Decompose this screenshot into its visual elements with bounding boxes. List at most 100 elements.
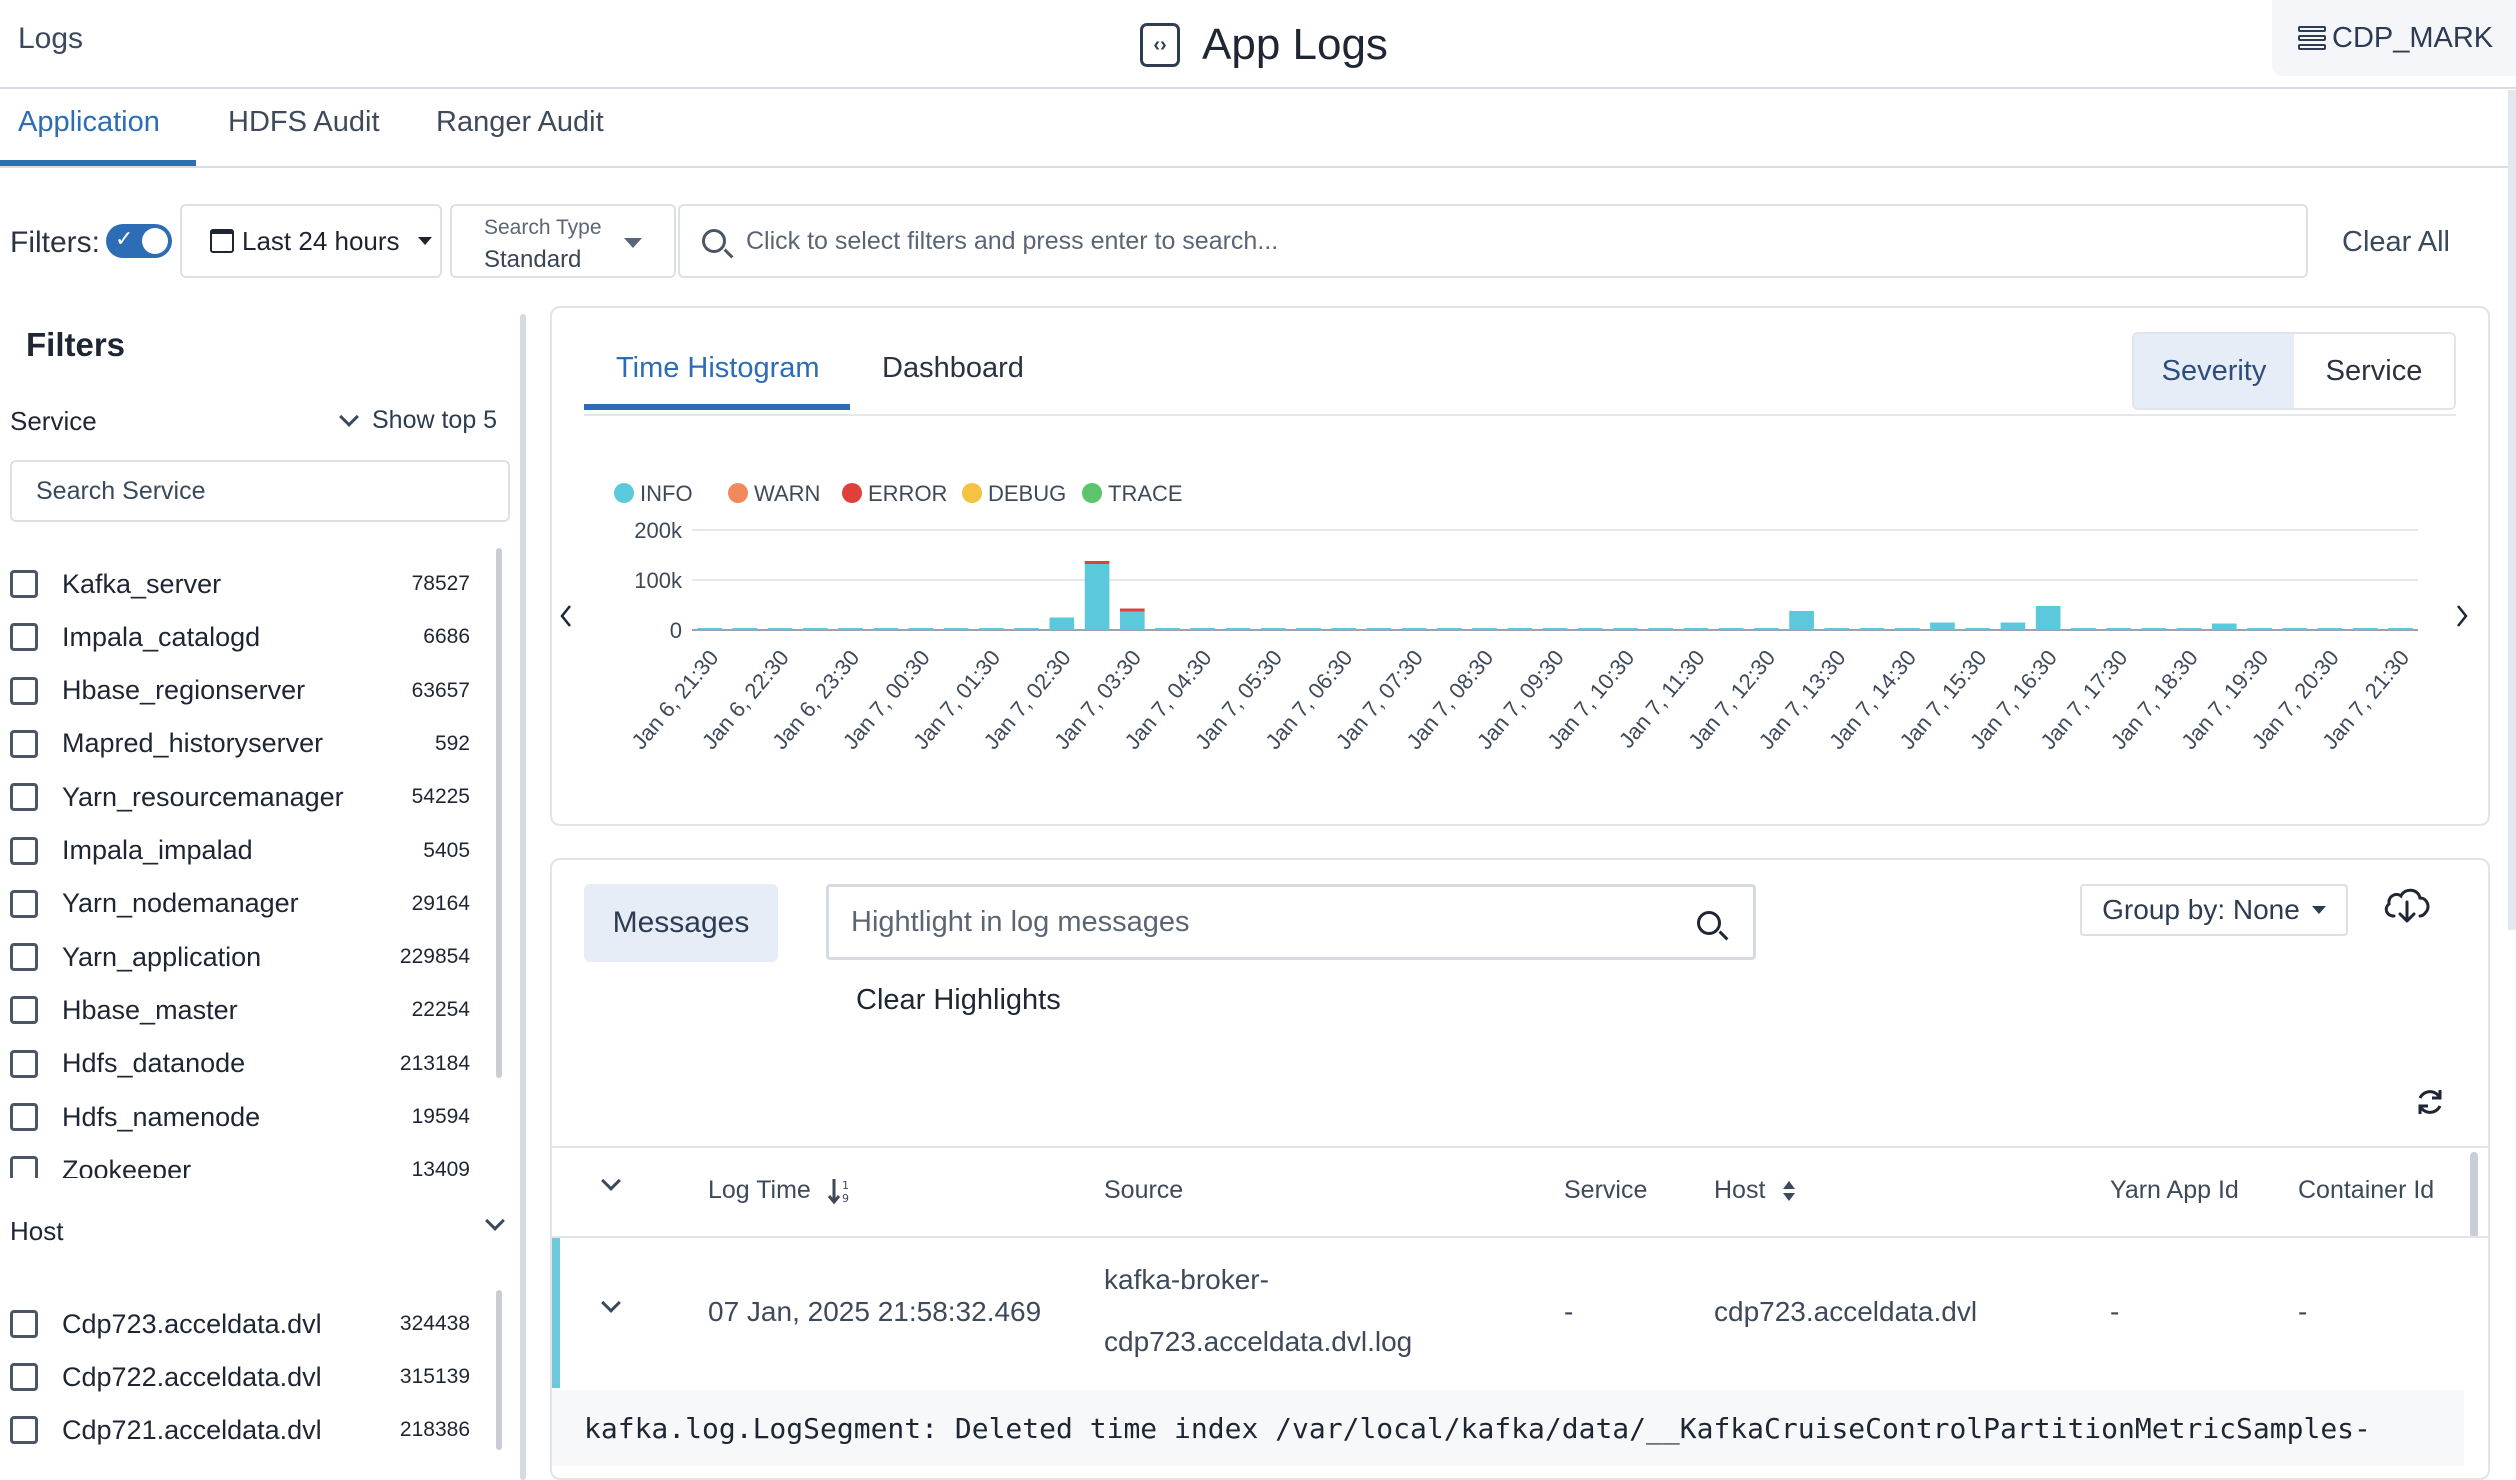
tab-time-histogram[interactable]: Time Histogram (616, 352, 820, 385)
histogram-bar-info (1049, 617, 1075, 630)
host-filter-row[interactable]: Cdp723.acceldata.dvl 324438 (10, 1304, 470, 1344)
highlight-search-input[interactable]: Hightlight in log messages (826, 884, 1756, 960)
service-list-scrollbar[interactable] (496, 548, 502, 1078)
column-header-service[interactable]: Service (1564, 1176, 1647, 1205)
histogram-bar-error (1119, 608, 1145, 612)
service-checkbox[interactable] (10, 570, 38, 598)
host-list-scrollbar[interactable] (496, 1290, 502, 1450)
service-filter-row[interactable]: Hbase_master 22254 (10, 990, 470, 1030)
table-scrollbar[interactable] (2470, 1152, 2478, 1238)
toggle-severity[interactable]: Severity (2134, 334, 2294, 408)
caret-down-icon (624, 238, 642, 248)
sort-desc-icon[interactable]: 1 9 (827, 1177, 852, 1205)
cluster-name: CDP_MARK (2332, 21, 2494, 54)
service-count: 229854 (399, 945, 470, 969)
histogram-bar (2141, 628, 2167, 630)
code-file-icon: ‹› (1140, 23, 1180, 67)
chevron-right-icon[interactable] (2457, 605, 2468, 627)
service-checkbox[interactable] (10, 1049, 38, 1078)
histogram-bar (2106, 628, 2131, 630)
cloud-download-icon[interactable] (2382, 884, 2432, 926)
service-checkbox[interactable] (10, 889, 38, 918)
page-scrollbar[interactable] (2508, 90, 2516, 930)
service-filter-row[interactable]: Yarn_resourcemanager 54225 (10, 777, 470, 817)
service-filter-row[interactable]: Mapred_historyserver 592 (10, 724, 470, 764)
histogram-bar-info (1119, 611, 1145, 630)
column-header-log-time[interactable]: Log Time 1 9 (708, 1176, 852, 1205)
service-name: Hdfs_namenode (62, 1101, 261, 1132)
histogram-bar (802, 628, 828, 630)
service-checkbox[interactable] (10, 676, 38, 705)
row-service: - (1564, 1296, 1574, 1327)
service-filter-row[interactable]: Impala_impalad 5405 (10, 831, 470, 871)
service-checkbox[interactable] (10, 783, 38, 812)
search-icon (702, 229, 726, 253)
filter-search-input[interactable]: Click to select filters and press enter … (678, 204, 2308, 278)
service-name: Mapred_historyserver (62, 728, 324, 759)
row-severity-indicator (552, 1238, 560, 1388)
date-range-dropdown[interactable]: Last 24 hours (180, 204, 442, 278)
search-icon[interactable] (1697, 911, 1721, 935)
host-filter-row[interactable]: Cdp721.acceldata.dvl 218386 (10, 1410, 470, 1450)
tab-dashboard[interactable]: Dashboard (882, 352, 1024, 385)
service-filter-row[interactable]: Hbase_regionserver 63657 (10, 671, 470, 711)
histogram-bar-info (2035, 606, 2061, 630)
histogram-bar (873, 628, 899, 630)
service-name: Impala_impalad (62, 835, 253, 865)
histogram-bar (1366, 628, 1392, 630)
service-checkbox[interactable] (10, 943, 38, 972)
histogram-bar (1824, 628, 1850, 630)
page-title-group: ‹› App Logs (1140, 18, 1388, 72)
service-checkbox[interactable] (10, 623, 38, 652)
host-checkbox[interactable] (10, 1416, 38, 1444)
column-header-host[interactable]: Host (1714, 1176, 1796, 1205)
tab-hdfs-audit[interactable]: HDFS Audit (228, 106, 380, 157)
tab-application[interactable]: Application (18, 106, 160, 157)
service-search-input[interactable]: Search Service (10, 460, 510, 522)
service-filter-row[interactable]: Impala_catalogd 6686 (10, 617, 470, 657)
host-heading: Host (10, 1216, 64, 1246)
host-checkbox[interactable] (10, 1363, 38, 1391)
histogram-tab-divider (584, 414, 2456, 416)
service-filter-row[interactable]: Yarn_application 229854 (10, 937, 470, 977)
service-filter-row[interactable]: Hdfs_namenode 19594 (10, 1097, 470, 1137)
histogram-bar (1472, 628, 1497, 630)
service-filter-row[interactable]: Kafka_server 78527 (10, 564, 470, 604)
filters-panel-scrollbar[interactable] (520, 314, 526, 1480)
messages-button[interactable]: Messages (584, 884, 778, 962)
clear-highlights-button[interactable]: Clear Highlights (856, 984, 1061, 1017)
calendar-icon (210, 229, 234, 253)
refresh-icon[interactable] (2414, 1086, 2446, 1118)
column-header-source[interactable]: Source (1104, 1176, 1183, 1205)
tab-ranger-audit[interactable]: Ranger Audit (436, 106, 604, 157)
column-header-container-id[interactable]: Container Id (2298, 1176, 2434, 1205)
histogram-bar (1577, 628, 1603, 630)
service-checkbox[interactable] (10, 996, 38, 1025)
group-by-dropdown[interactable]: Group by: None (2080, 884, 2348, 936)
host-filter-row[interactable]: Cdp722.acceldata.dvl 315139 (10, 1357, 470, 1397)
service-checkbox[interactable] (10, 836, 38, 865)
y-tick-label: 0 (670, 618, 682, 643)
filters-label: Filters: (10, 226, 100, 259)
service-checkbox[interactable] (10, 729, 38, 758)
clear-all-button[interactable]: Clear All (2342, 226, 2450, 259)
service-count: 63657 (411, 678, 470, 702)
column-header-yarn-app-id[interactable]: Yarn App Id (2110, 1176, 2239, 1205)
service-count: 19594 (411, 1105, 470, 1128)
service-filter-row[interactable]: Yarn_nodemanager 29164 (10, 884, 470, 924)
show-top-toggle[interactable]: Show top 5 (339, 406, 497, 435)
breadcrumb-logs[interactable]: Logs (18, 22, 83, 56)
legend-label-warn: WARN (754, 481, 820, 506)
filters-toggle[interactable]: ✓ (106, 224, 172, 258)
service-filter-row[interactable]: Hdfs_datanode 213184 (10, 1044, 470, 1084)
cluster-selector[interactable]: CDP_MARK (2272, 0, 2516, 76)
toggle-service[interactable]: Service (2294, 334, 2454, 408)
histogram-bar (1401, 628, 1427, 630)
host-checkbox[interactable] (10, 1310, 38, 1338)
chevron-left-icon[interactable] (560, 605, 571, 627)
sort-icon[interactable] (1782, 1180, 1796, 1202)
service-checkbox[interactable] (10, 1103, 38, 1131)
histogram-bar (767, 628, 793, 630)
search-type-select[interactable]: Search Type Standard (450, 204, 676, 278)
histogram-bar (1542, 628, 1568, 630)
